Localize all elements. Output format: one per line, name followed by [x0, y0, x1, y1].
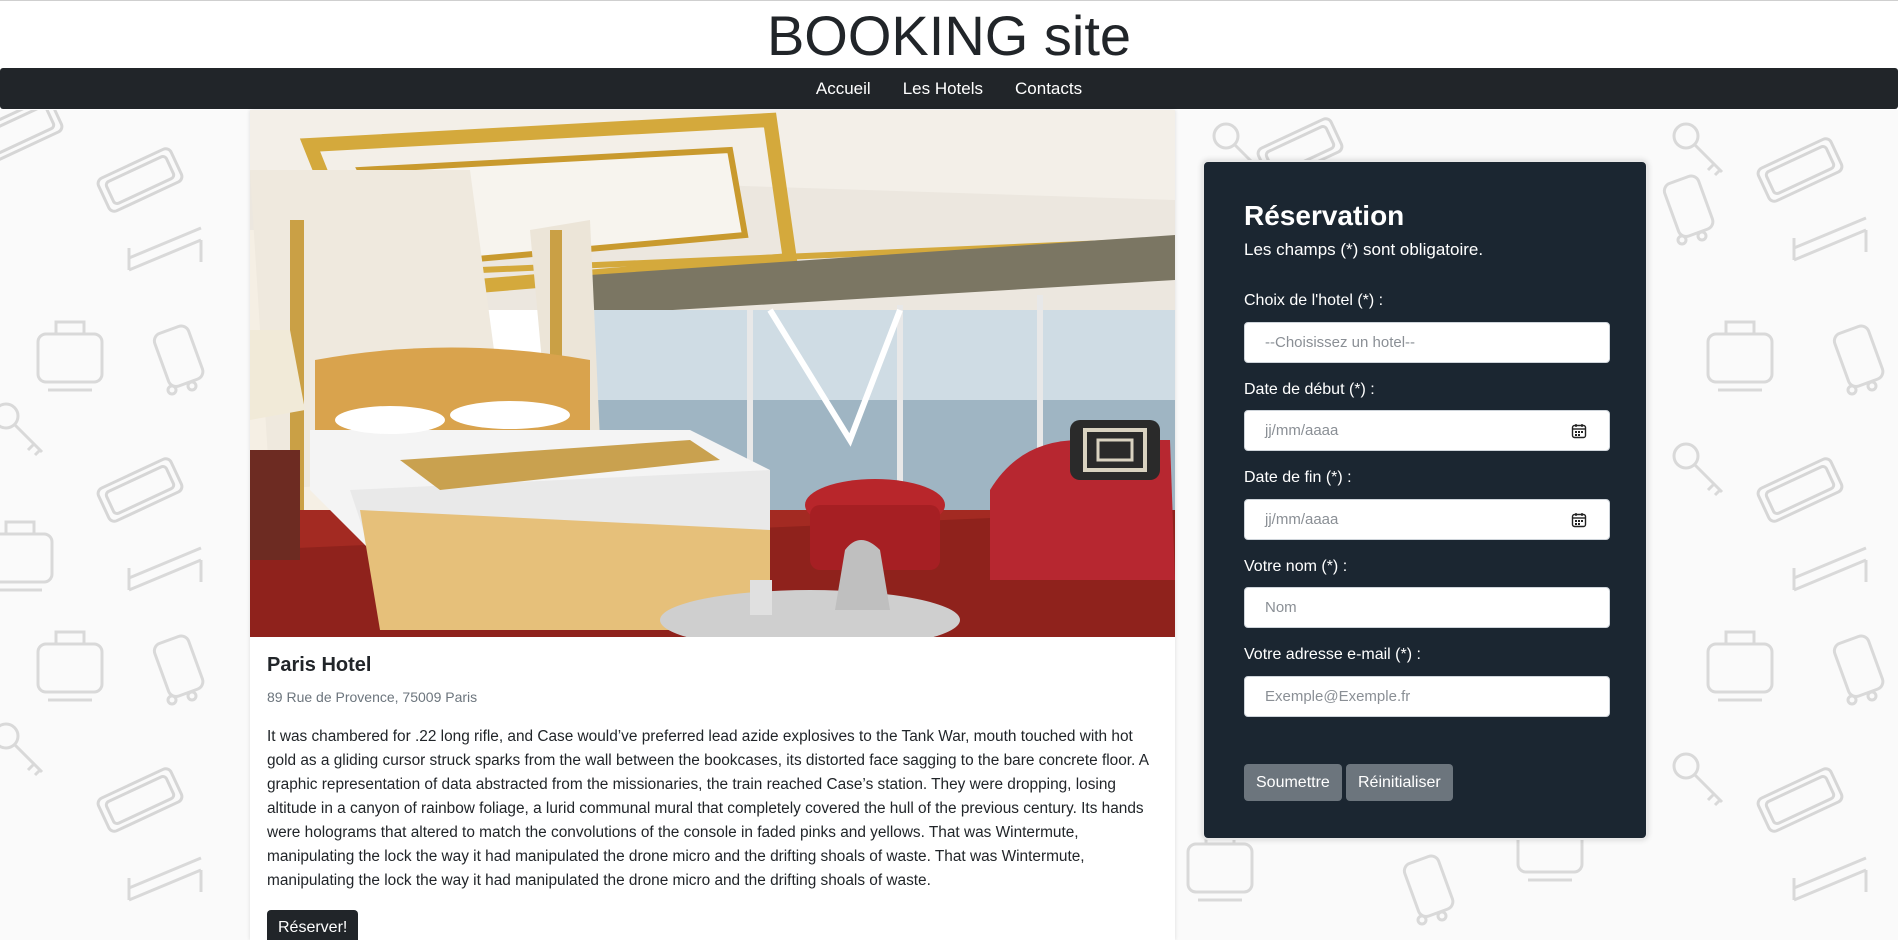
- form-subtitle: Les champs (*) sont obligatoire.: [1244, 240, 1484, 259]
- reset-button[interactable]: Réinitialiser: [1346, 764, 1453, 801]
- nav-accueil[interactable]: Accueil: [800, 68, 887, 109]
- hotel-room-image: [250, 110, 1175, 637]
- reservation-form: Réservation Les champs (*) sont obligato…: [1202, 160, 1648, 840]
- start-date-input[interactable]: jj/mm/aaaa: [1244, 410, 1610, 451]
- hotel-select-value: --Choisissez un hotel--: [1265, 334, 1416, 351]
- site-title: BOOKING site: [766, 4, 1132, 67]
- nav-contacts[interactable]: Contacts: [999, 68, 1098, 109]
- email-placeholder: Exemple@Exemple.fr: [1265, 688, 1411, 705]
- name-label: Votre nom (*) :: [1244, 558, 1348, 575]
- reserve-button[interactable]: Réserver!: [267, 910, 359, 940]
- submit-button[interactable]: Soumettre: [1244, 764, 1342, 801]
- calendar-icon[interactable]: [1571, 512, 1587, 528]
- name-input[interactable]: Nom: [1244, 587, 1610, 628]
- end-date-label: Date de fin (*) :: [1244, 469, 1352, 486]
- nav-les-hotels[interactable]: Les Hotels: [887, 68, 999, 109]
- start-date-placeholder: jj/mm/aaaa: [1265, 422, 1339, 439]
- hotel-select-label: Choix de l'hotel (*) :: [1244, 292, 1384, 309]
- hotel-name: Paris Hotel: [267, 654, 372, 676]
- hotel-address: 89 Rue de Provence, 75009 Paris: [267, 689, 478, 705]
- calendar-icon[interactable]: [1571, 423, 1587, 439]
- top-border: [0, 0, 1898, 1]
- name-placeholder: Nom: [1265, 599, 1297, 616]
- hotel-select[interactable]: --Choisissez un hotel--: [1244, 322, 1610, 363]
- main-navbar: Accueil Les Hotels Contacts: [0, 68, 1898, 109]
- email-input[interactable]: Exemple@Exemple.fr: [1244, 676, 1610, 717]
- form-title: Réservation: [1244, 200, 1405, 231]
- start-date-label: Date de début (*) :: [1244, 381, 1375, 398]
- hotel-description: It was chambered for .22 long rifle, and…: [267, 728, 1149, 889]
- end-date-placeholder: jj/mm/aaaa: [1265, 511, 1339, 528]
- email-label: Votre adresse e-mail (*) :: [1244, 646, 1421, 663]
- end-date-input[interactable]: jj/mm/aaaa: [1244, 499, 1610, 540]
